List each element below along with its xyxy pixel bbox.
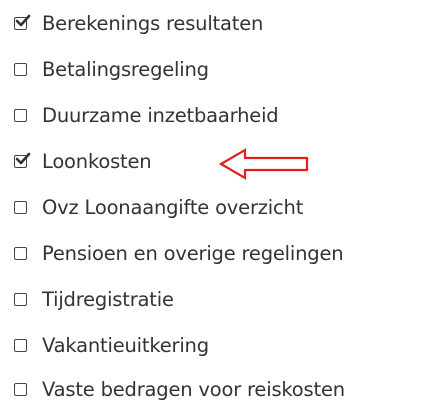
- checkbox-empty-icon[interactable]: [14, 292, 27, 306]
- checkbox-empty-icon[interactable]: [14, 62, 27, 76]
- checkbox-empty-icon[interactable]: [14, 246, 27, 260]
- checklist-item-berekenings-resultaten[interactable]: Berekenings resultaten: [14, 3, 263, 43]
- checkbox-empty-icon[interactable]: [14, 338, 27, 352]
- checklist-item-vakantieuitkering[interactable]: Vakantieuitkering: [14, 325, 209, 365]
- checklist-item-label: Berekenings resultaten: [42, 11, 264, 35]
- checklist-item-tijdregistratie[interactable]: Tijdregistratie: [14, 279, 174, 319]
- checkbox-empty-icon[interactable]: [14, 200, 27, 214]
- left-arrow-outline-icon: [219, 148, 309, 180]
- checklist-item-label: Tijdregistratie: [42, 287, 174, 311]
- checklist-item-label: Loonkosten: [42, 149, 152, 173]
- checklist-item-pensioen-en-overige-regelingen[interactable]: Pensioen en overige regelingen: [14, 233, 344, 273]
- checklist-item-label: Duurzame inzetbaarheid: [42, 103, 279, 127]
- checklist-item-label: Vaste bedragen voor reiskosten: [42, 377, 345, 401]
- checklist-item-loonkosten[interactable]: Loonkosten: [14, 141, 152, 181]
- checklist-item-label: Vakantieuitkering: [42, 333, 209, 357]
- checklist-item-duurzame-inzetbaarheid[interactable]: Duurzame inzetbaarheid: [14, 95, 279, 135]
- checkbox-empty-icon[interactable]: [14, 108, 27, 122]
- checkbox-checked-icon[interactable]: [14, 14, 31, 30]
- checklist-item-betalingsregeling[interactable]: Betalingsregeling: [14, 49, 209, 89]
- checklist-item-label: Ovz Loonaangifte overzicht: [42, 195, 304, 219]
- checklist-item-label: Betalingsregeling: [42, 57, 209, 81]
- checkbox-checked-icon[interactable]: [14, 152, 31, 168]
- checklist-item-vaste-bedragen-voor-reiskosten[interactable]: Vaste bedragen voor reiskosten: [14, 369, 345, 409]
- checklist-item-ovz-loonaangifte-overzicht[interactable]: Ovz Loonaangifte overzicht: [14, 187, 303, 227]
- checklist-item-label: Pensioen en overige regelingen: [42, 241, 344, 265]
- checkbox-empty-icon[interactable]: [14, 382, 27, 396]
